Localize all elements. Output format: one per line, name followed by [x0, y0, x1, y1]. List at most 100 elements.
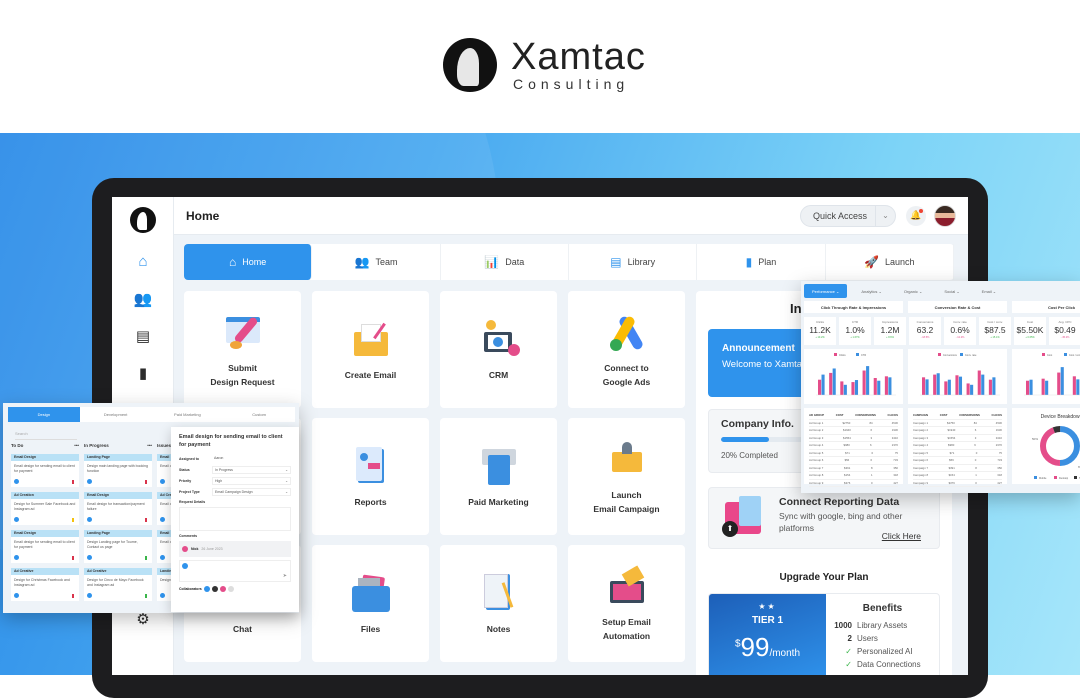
kpi-card: Impressions 1.2M + 8.6% [874, 317, 906, 345]
library-icon[interactable]: ▤ [112, 317, 174, 354]
task-text: Design for Christmas Facebook and Instag… [14, 578, 70, 587]
comment-input[interactable]: ➤ [179, 560, 291, 582]
task-card[interactable]: Ad Creative Design for Cinco de Mayo Face… [84, 568, 152, 601]
table-row: Campaign 8 $154 1 318 [913, 472, 1002, 480]
analytics-tab-organic[interactable]: Organic ⌄ [896, 284, 930, 298]
tile-launch-email-campaign[interactable]: Launch Email Campaign [568, 418, 685, 535]
notification-bell-icon[interactable]: 🔔 [906, 205, 926, 226]
request-details-input[interactable] [179, 507, 291, 531]
bar-clicks [884, 376, 888, 395]
comment-author: Nick [191, 547, 199, 551]
tile-crm[interactable]: CRM [440, 291, 557, 408]
tab-team[interactable]: 👥 Team [312, 244, 441, 280]
column-header: COST [939, 413, 948, 418]
upgrade-title: Upgrade Your Plan [779, 572, 869, 583]
table-cell: 6 [974, 443, 976, 448]
sidebar-logo-icon[interactable] [129, 207, 156, 233]
user-avatar[interactable] [934, 204, 956, 227]
tab-data[interactable]: 📊 Data [441, 244, 569, 280]
tile-create-email[interactable]: Create Email [312, 291, 429, 408]
kpi-label: Impressions [881, 320, 899, 324]
bar-conv-rate [925, 379, 929, 395]
email-automation-icon [606, 564, 648, 607]
tile-notes[interactable]: Notes [440, 545, 557, 662]
legend-swatch [1074, 476, 1077, 479]
home-icon[interactable]: ⌂ [112, 243, 174, 280]
kanban-tab-development[interactable]: Development [80, 407, 152, 422]
table-cell: 350 [997, 465, 1002, 470]
tab-launch[interactable]: 🚀 Launch [826, 244, 954, 280]
kanban-search-input[interactable]: Search [15, 431, 77, 440]
click-here-link[interactable]: Click Here [882, 530, 921, 542]
table-cell: 6 [974, 428, 977, 433]
task-card[interactable]: Email Design Email design for transaction… [84, 492, 152, 525]
bar-conv-rate [947, 379, 951, 395]
tab-home[interactable]: ⌂ Home [184, 244, 313, 280]
tab-library[interactable]: ▤ Library [569, 244, 698, 280]
assignee-avatar [160, 479, 165, 484]
tile-label: Reports [354, 495, 386, 509]
tile-label: Notes [487, 622, 511, 636]
tab-plan[interactable]: ▮ Plan [697, 244, 826, 280]
bar-cost [1041, 378, 1045, 395]
team-icon[interactable]: 👥 [112, 280, 174, 317]
kanban-tab-paid-marketing[interactable]: Paid Marketing [152, 407, 224, 422]
plan-icon[interactable]: ▮ [112, 354, 174, 391]
more-icon[interactable]: ••• [74, 443, 79, 448]
benefit-label: Data Connections [857, 660, 921, 669]
analytics-tab-social[interactable]: Social ⌄ [936, 284, 967, 298]
tile-paid-marketing[interactable]: Paid Marketing [440, 418, 557, 535]
kpi-label: Conv. rate [953, 320, 967, 324]
bar-clicks [818, 379, 822, 395]
kanban-tab-custom[interactable]: Custom [223, 407, 295, 422]
tile-submit-design-request[interactable]: Submit Design Request [184, 291, 301, 408]
kpi-value: 0.6% [950, 325, 970, 335]
bar-cost-conv- [1029, 379, 1033, 395]
task-card[interactable]: Email Design Email design for sending ema… [11, 454, 79, 487]
quick-access-dropdown[interactable]: Quick Access ⌄ [799, 204, 896, 227]
field-value[interactable]: In Progress ⌄ [212, 465, 291, 474]
add-collaborator-button[interactable] [227, 586, 234, 592]
table-cell: Campaign 6 [913, 458, 929, 463]
data-icon: 📊 [484, 255, 500, 269]
tab-label: Plan [758, 257, 777, 267]
tile-setup-email-automation[interactable]: Setup Email Automation [568, 545, 685, 662]
column-header: CLICKS [991, 413, 1002, 418]
analytics-tab-email[interactable]: Email ⌄ [974, 284, 1004, 298]
task-text: Design main landing page with booking fu… [87, 464, 148, 473]
tile-files[interactable]: Files [312, 545, 429, 662]
task-tag: Email Design [11, 530, 79, 537]
detail-field-project-type[interactable]: Project Type Email Campaign Design ⌄ [179, 486, 291, 497]
task-card[interactable]: Ad Creative Design for Christmas Facebook… [11, 568, 79, 601]
task-card[interactable]: Landing Page Design Landing page for Tour… [84, 530, 152, 563]
detail-field-priority[interactable]: Priority High ⌄ [179, 475, 291, 486]
tile-reports[interactable]: Reports [312, 418, 429, 535]
send-icon[interactable]: ➤ [283, 573, 287, 579]
tile-label-line: Google Ads [602, 376, 651, 387]
task-card[interactable]: Landing Page Design main landing page wit… [84, 454, 152, 487]
priority-flag-icon [145, 518, 147, 522]
task-card[interactable]: Email Design Email design for sending ema… [11, 530, 79, 563]
detail-field-status[interactable]: Status In Progress ⌄ [179, 464, 291, 475]
table-header-row: CAMPAIGN COST CONVERSIONS CLICKS [913, 412, 1002, 420]
field-value: Aaron [212, 455, 291, 463]
field-value[interactable]: High ⌄ [212, 476, 291, 485]
task-tag: Email Design [84, 492, 152, 499]
plan-card[interactable]: ★★ TIER 1 $99/month Benefits 1000 Library… [708, 593, 940, 675]
field-value[interactable]: Email Campaign Design ⌄ [212, 487, 291, 496]
column-header: CONVERSIONS [855, 413, 876, 418]
tier-name: TIER 1 [751, 615, 784, 626]
table-cell: 733 [997, 458, 1002, 463]
table-cell: 75 [894, 450, 898, 455]
more-icon[interactable]: ••• [147, 443, 152, 448]
task-tag-label: Ad Creative [14, 569, 34, 573]
bar-cost [1072, 376, 1076, 395]
task-card[interactable]: Ad Creation Design for Summer Sale Facebo… [11, 492, 79, 525]
home-icon: ⌂ [229, 255, 237, 269]
chevron-down-icon: ⌄ [285, 489, 288, 494]
analytics-tab-performance[interactable]: Performance ⌄ [804, 284, 848, 298]
analytics-tab-analytics[interactable]: Analytics ⌄ [853, 284, 889, 298]
kanban-tab-design[interactable]: Design [8, 407, 80, 422]
table-cell: 84 [869, 420, 873, 425]
tile-connect-to-google-ads[interactable]: Connect to Google Ads [568, 291, 685, 408]
